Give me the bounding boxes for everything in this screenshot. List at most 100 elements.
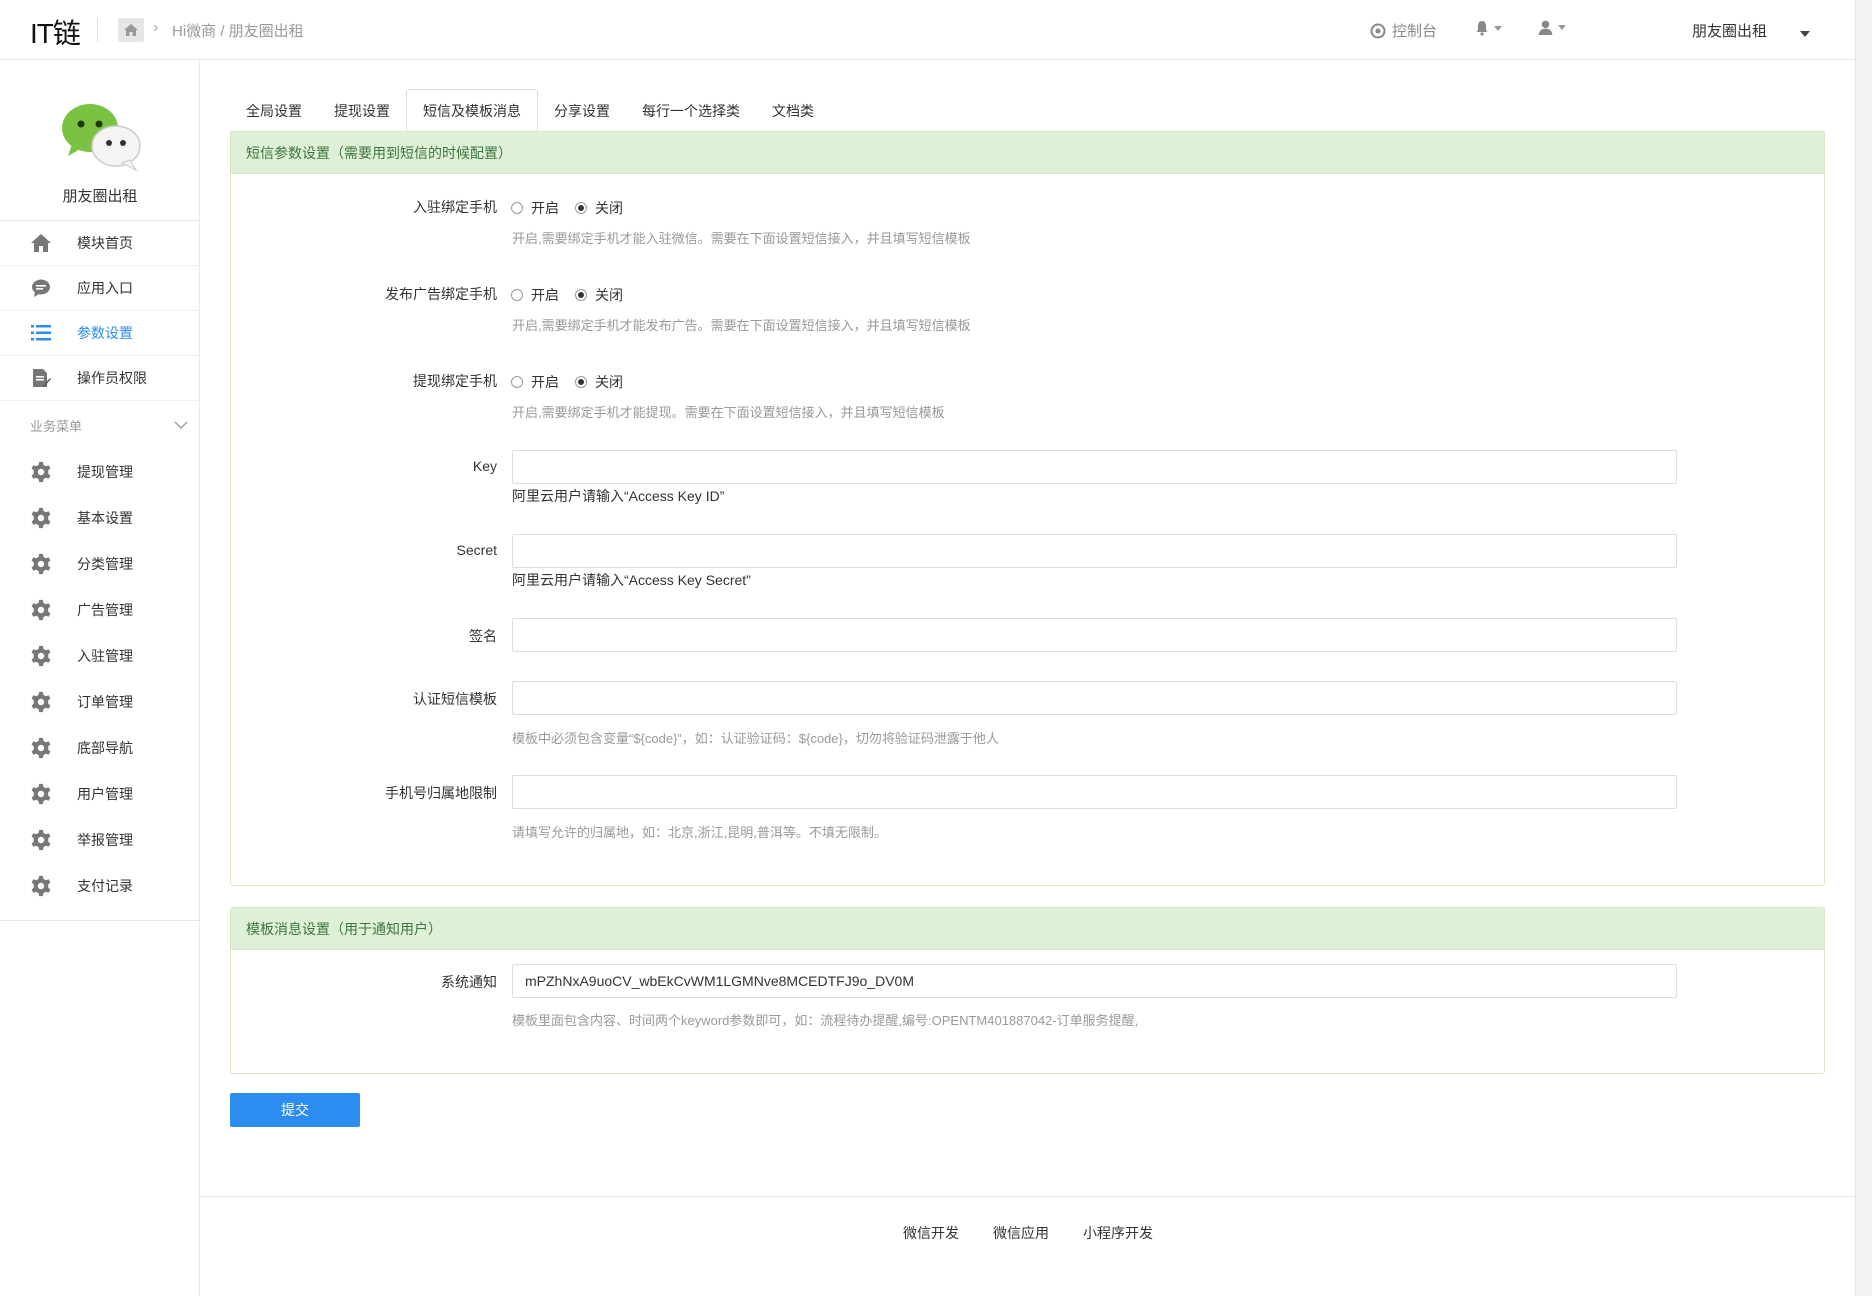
sidebar-item-reports[interactable]: 举报管理 xyxy=(0,817,200,863)
header-divider xyxy=(97,18,98,42)
radio-label: 关闭 xyxy=(595,374,623,390)
gear-icon xyxy=(31,553,51,575)
region-limit-help: 请填写允许的归属地，如：北京,浙江,昆明,普洱等。不填无限制。 xyxy=(512,825,887,840)
notification-menu[interactable] xyxy=(1474,20,1502,36)
sidebar-item-bottom-nav[interactable]: 底部导航 xyxy=(0,725,200,771)
tab-withdraw[interactable]: 提现设置 xyxy=(318,89,406,132)
account-switcher-label[interactable]: 朋友圈出租 xyxy=(1692,20,1767,41)
withdraw-bind-help: 开启,需要绑定手机才能提现。需要在下面设置短信接入，并且填写短信模板 xyxy=(512,405,945,420)
list-icon xyxy=(30,322,52,344)
sidebar-item-label: 入驻管理 xyxy=(77,648,133,664)
region-limit-label: 手机号归属地限制 xyxy=(385,785,497,801)
edit-doc-icon xyxy=(30,367,52,389)
sidebar-item-label: 分类管理 xyxy=(77,556,133,572)
sidebar-item-settings[interactable]: 参数设置 xyxy=(0,311,200,356)
business-menu-list: 提现管理 基本设置 分类管理 广告管理 入驻管理 订单管理 底部导航 用户管理 … xyxy=(0,449,200,921)
sidebar-item-payments[interactable]: 支付记录 xyxy=(0,863,200,909)
sidebar-item-label: 参数设置 xyxy=(77,325,133,341)
sidebar-item-label: 举报管理 xyxy=(77,832,133,848)
group-title: 业务菜单 xyxy=(30,418,83,434)
footer-link-wechat-apps[interactable]: 微信应用 xyxy=(993,1223,1049,1243)
ad-bind-off-radio[interactable] xyxy=(575,289,587,301)
dashboard-icon xyxy=(1370,23,1386,38)
template-message-panel: 模板消息设置（用于通知用户） 系统通知 mPZhNxA9uoCV_wbEkCvW… xyxy=(230,907,1825,1074)
sign-label: 签名 xyxy=(469,628,497,644)
footer-links: 微信开发 微信应用 小程序开发 xyxy=(201,1223,1855,1243)
tab-global[interactable]: 全局设置 xyxy=(230,89,318,132)
region-limit-input[interactable] xyxy=(512,775,1677,809)
radio-label: 开启 xyxy=(531,200,559,216)
tab-select-per-line[interactable]: 每行一个选择类 xyxy=(626,89,756,132)
gear-icon xyxy=(31,737,51,759)
verify-template-input[interactable] xyxy=(512,681,1677,715)
sign-input[interactable] xyxy=(512,618,1677,652)
gear-icon xyxy=(31,461,51,483)
site-logo[interactable]: IT链 xyxy=(30,12,81,52)
withdraw-bind-on-radio[interactable] xyxy=(511,376,523,388)
sidebar-item-orders[interactable]: 订单管理 xyxy=(0,679,200,725)
panel-title: 短信参数设置（需要用到短信的时候配置） xyxy=(231,132,1824,174)
caret-down-icon xyxy=(1558,25,1566,30)
chevron-right-icon: › xyxy=(153,19,159,36)
sms-settings-panel: 短信参数设置（需要用到短信的时候配置） 入驻绑定手机 开启 关闭 开启,需要绑定… xyxy=(230,131,1825,886)
key-label: Key xyxy=(472,458,497,474)
sidebar-item-withdraw[interactable]: 提现管理 xyxy=(0,449,200,495)
gear-icon xyxy=(31,599,51,621)
tab-sms-template[interactable]: 短信及模板消息 xyxy=(406,89,538,133)
withdraw-bind-label: 提现绑定手机 xyxy=(413,373,497,389)
sidebar-item-ads[interactable]: 广告管理 xyxy=(0,587,200,633)
page-scrollbar[interactable] xyxy=(1855,0,1872,1296)
secret-label: Secret xyxy=(456,542,497,558)
app-name: 朋友圈出租 xyxy=(62,188,138,205)
ad-bind-on-radio[interactable] xyxy=(511,289,523,301)
sidebar-item-label: 用户管理 xyxy=(77,786,133,802)
secret-input[interactable] xyxy=(512,534,1677,568)
settle-bind-off-radio[interactable] xyxy=(575,202,587,214)
sidebar-item-category[interactable]: 分类管理 xyxy=(0,541,200,587)
sidebar-item-label: 基本设置 xyxy=(77,510,133,526)
sidebar-item-label: 广告管理 xyxy=(77,602,133,618)
withdraw-bind-off-radio[interactable] xyxy=(575,376,587,388)
footer: 微信开发 微信应用 小程序开发 xyxy=(201,1196,1855,1296)
gear-icon xyxy=(31,875,51,897)
submit-button[interactable]: 提交 xyxy=(230,1093,360,1127)
sidebar: 朋友圈出租 模块首页 应用入口 参数设置 操作员权限 业务菜单 提现管理 基本设… xyxy=(0,60,200,1296)
system-notify-label: 系统通知 xyxy=(441,974,497,990)
radio-label: 开启 xyxy=(531,287,559,303)
settle-bind-label: 入驻绑定手机 xyxy=(413,199,497,215)
system-notify-input[interactable]: mPZhNxA9uoCV_wbEkCvWM1LGMNve8MCEDTFJ9o_D… xyxy=(512,964,1677,998)
sidebar-item-permissions[interactable]: 操作员权限 xyxy=(0,356,200,401)
sidebar-item-home[interactable]: 模块首页 xyxy=(0,221,200,266)
verify-template-help: 模板中必须包含变量“${code}”，如：认证验证码：${code}，切勿将验证… xyxy=(512,731,999,746)
key-input[interactable] xyxy=(512,450,1677,484)
tab-share[interactable]: 分享设置 xyxy=(538,89,626,132)
panel-title: 模板消息设置（用于通知用户） xyxy=(231,908,1824,950)
top-bar: IT链 › Hi微商 / 朋友圈出租 控制台 朋友圈出租 xyxy=(0,0,1855,60)
sidebar-item-users[interactable]: 用户管理 xyxy=(0,771,200,817)
withdraw-bind-radio-group: 开启 关闭 xyxy=(511,372,639,392)
footer-link-miniprogram-dev[interactable]: 小程序开发 xyxy=(1083,1223,1153,1243)
user-menu[interactable] xyxy=(1537,19,1566,36)
breadcrumb[interactable]: Hi微商 / 朋友圈出租 xyxy=(172,20,304,41)
sidebar-item-basic[interactable]: 基本设置 xyxy=(0,495,200,541)
sidebar-item-label: 底部导航 xyxy=(77,740,133,756)
settle-bind-radio-group: 开启 关闭 xyxy=(511,198,639,218)
sidebar-item-entry[interactable]: 应用入口 xyxy=(0,266,200,311)
wechat-logo-icon xyxy=(62,104,141,172)
business-menu-header[interactable]: 业务菜单 xyxy=(0,401,200,449)
sidebar-item-settle[interactable]: 入驻管理 xyxy=(0,633,200,679)
home-icon[interactable] xyxy=(118,18,144,42)
home-icon xyxy=(30,232,52,254)
sidebar-item-label: 提现管理 xyxy=(77,464,133,480)
footer-link-wechat-dev[interactable]: 微信开发 xyxy=(903,1223,959,1243)
console-label: 控制台 xyxy=(1392,23,1438,40)
sidebar-item-label: 操作员权限 xyxy=(77,370,147,386)
chat-icon xyxy=(30,277,52,299)
console-link[interactable]: 控制台 xyxy=(1370,20,1437,41)
secret-help: 阿里云用户请输入“Access Key Secret” xyxy=(512,572,751,588)
settle-bind-on-radio[interactable] xyxy=(511,202,523,214)
tab-document[interactable]: 文档类 xyxy=(756,89,830,132)
sidebar-item-label: 应用入口 xyxy=(77,280,133,296)
account-caret-down-icon[interactable] xyxy=(1800,24,1810,41)
gear-icon xyxy=(31,829,51,851)
